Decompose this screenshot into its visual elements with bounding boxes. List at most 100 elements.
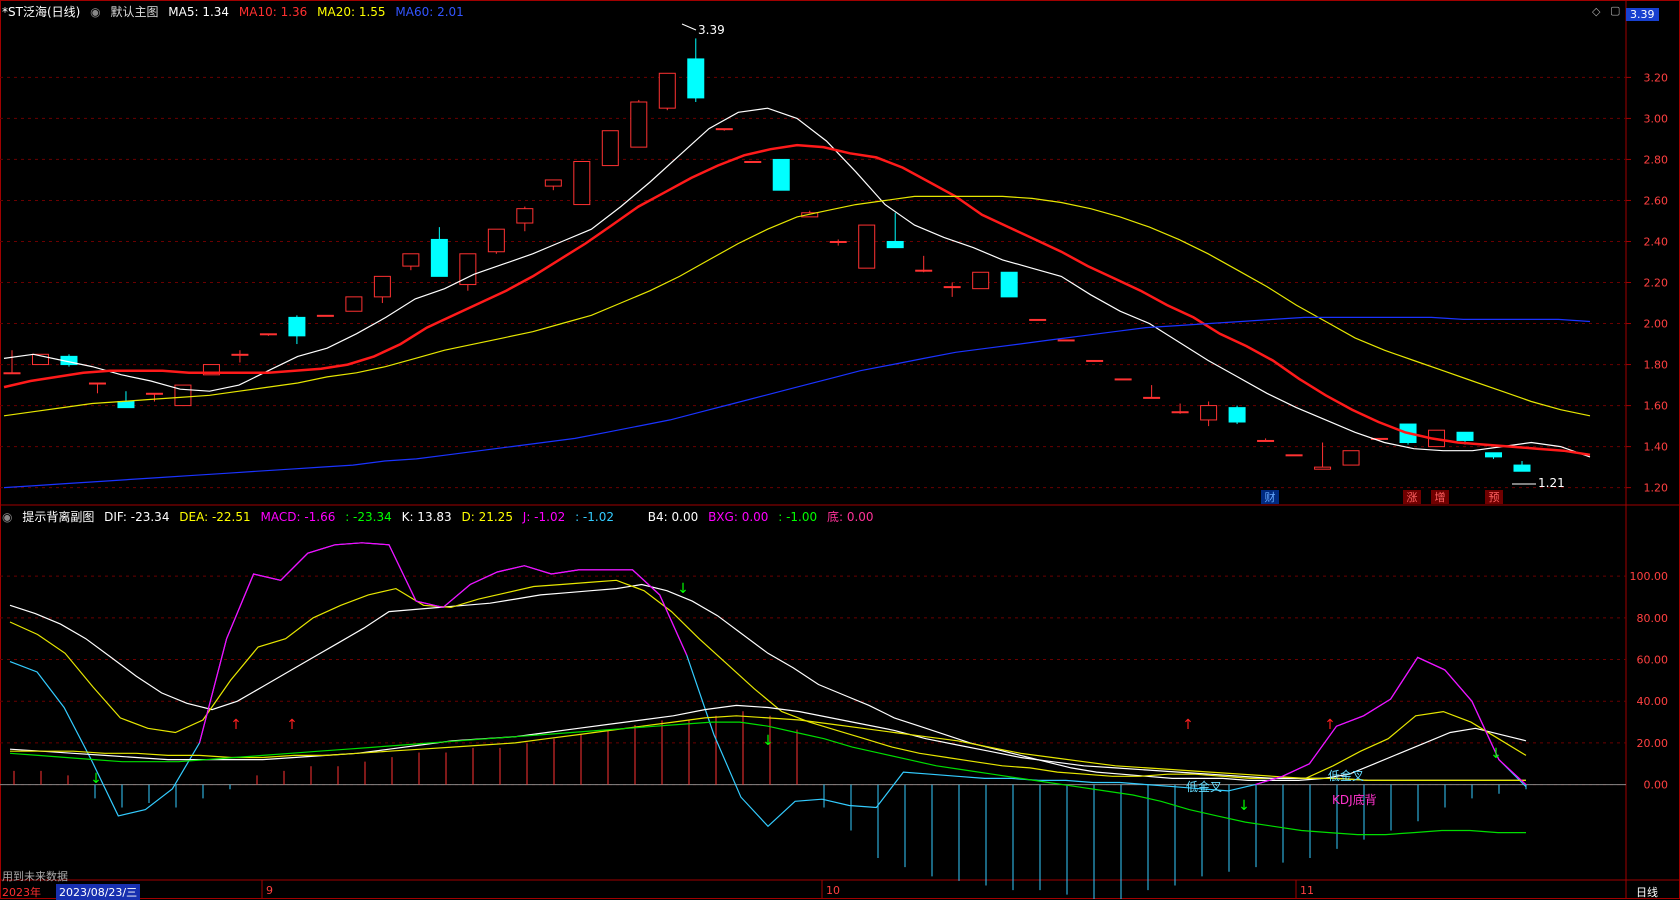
sub-header: ◉ 提示背离副图 DIF: -23.34 DEA: -22.51 MACD: -… bbox=[2, 508, 880, 525]
candle-up bbox=[630, 101, 648, 148]
candle-up bbox=[601, 130, 619, 167]
candle-down bbox=[288, 316, 306, 337]
sub-tick-label: 60.00 bbox=[1637, 654, 1669, 667]
candle-up bbox=[744, 160, 762, 163]
extra2-value: : -1.02 bbox=[575, 510, 614, 524]
event-marker: 财 bbox=[1265, 490, 1276, 504]
signal-label: 低金叉 bbox=[1328, 768, 1364, 783]
sub-tick-label: 100.00 bbox=[1630, 570, 1669, 583]
main-tick-label: 3.20 bbox=[1644, 71, 1669, 84]
candle-up bbox=[1057, 339, 1075, 342]
candle-down bbox=[1000, 271, 1018, 298]
candle-up bbox=[1086, 359, 1104, 362]
candle-up bbox=[1314, 466, 1332, 470]
buy-arrow-icon: ↑ bbox=[230, 717, 242, 733]
candle-up bbox=[915, 269, 933, 272]
main-header: *ST泛海(日线) ◉ 默认主图 MA5: 1.34 MA10: 1.36 MA… bbox=[2, 3, 470, 20]
sub-line-j-upper-late bbox=[1255, 656, 1527, 786]
candle-up bbox=[1029, 318, 1047, 321]
candle-up bbox=[3, 372, 21, 375]
dea-value: DEA: -22.51 bbox=[179, 510, 251, 524]
sell-arrow-icon: ↓ bbox=[1238, 798, 1250, 814]
ma10-value: MA10: 1.36 bbox=[238, 5, 308, 19]
b4-value: B4: 0.00 bbox=[647, 510, 699, 524]
event-marker: 增 bbox=[1435, 490, 1446, 504]
di-value: 底: 0.00 bbox=[826, 510, 874, 524]
period-label[interactable]: 日线 bbox=[1636, 884, 1658, 900]
sub-tick-label: 20.00 bbox=[1637, 737, 1669, 750]
chart-canvas[interactable]: 3.20 3.00 2.80 2.60 2.40 2.20 2.00 1.80 1.60 1.40… bbox=[0, 0, 1680, 899]
candle-down bbox=[430, 238, 448, 277]
candle-up bbox=[573, 160, 591, 206]
candle-up bbox=[316, 314, 334, 317]
candle-up bbox=[544, 179, 562, 187]
event-marker: 涨 bbox=[1407, 491, 1418, 504]
bxg-value: BXG: 0.00 bbox=[708, 510, 769, 524]
candle-up bbox=[858, 224, 876, 269]
sell-arrow-icon: ↓ bbox=[90, 771, 102, 787]
main-tick-label: 2.00 bbox=[1644, 318, 1669, 331]
main-tick-label: 2.20 bbox=[1644, 277, 1669, 290]
main-tick-label: 3.00 bbox=[1644, 112, 1669, 125]
cursor-date: 2023/08/23/三 bbox=[56, 884, 141, 900]
buy-arrow-icon: ↑ bbox=[1324, 717, 1336, 733]
ma-line-ma10 bbox=[3, 143, 1591, 457]
sell-arrow-icon: ↓ bbox=[677, 581, 689, 597]
ma5-value: MA5: 1.34 bbox=[168, 5, 230, 19]
candle-down bbox=[117, 400, 135, 409]
month-label: 10 bbox=[826, 884, 840, 897]
signal-label: KDJ底背 bbox=[1332, 792, 1377, 807]
sell-arrow-icon: ↓ bbox=[1490, 746, 1502, 762]
max-price-pointer bbox=[681, 23, 697, 31]
candle-down bbox=[687, 58, 705, 99]
main-tick-label: 1.20 bbox=[1644, 482, 1669, 495]
month-label: 9 bbox=[266, 884, 273, 897]
candle-up bbox=[402, 253, 420, 267]
candle-up bbox=[88, 382, 106, 385]
extra1-value: : -23.34 bbox=[345, 510, 392, 524]
candle-up bbox=[658, 72, 676, 109]
signal-label: 低金叉 bbox=[1186, 779, 1222, 794]
price-tag: 3.39 bbox=[1626, 8, 1659, 21]
candle-up bbox=[1114, 378, 1132, 381]
chevron-icon[interactable]: ◉ bbox=[90, 5, 100, 19]
candle-down bbox=[1513, 464, 1531, 472]
candle-up bbox=[345, 296, 363, 312]
sub-tick-label: 0.00 bbox=[1644, 779, 1669, 792]
sub-tick-label: 80.00 bbox=[1637, 612, 1669, 625]
candle-down bbox=[1485, 452, 1503, 458]
ma20-value: MA20: 1.55 bbox=[317, 5, 386, 19]
candle-up bbox=[972, 271, 990, 290]
window-icon[interactable]: ▢ bbox=[1610, 4, 1620, 17]
candle-up bbox=[145, 392, 163, 395]
candle-down bbox=[772, 158, 790, 191]
dif-value: DIF: -23.34 bbox=[104, 510, 170, 524]
sell-arrow-icon: ↓ bbox=[762, 733, 774, 749]
min-price-label: 1.21 bbox=[1538, 476, 1565, 490]
d-value: D: 21.25 bbox=[461, 510, 513, 524]
candle-up bbox=[943, 286, 961, 289]
main-tick-label: 1.40 bbox=[1644, 441, 1669, 454]
diamond-icon[interactable]: ◇ bbox=[1592, 5, 1600, 18]
month-label: 11 bbox=[1300, 884, 1314, 897]
collapse-icon[interactable]: ◉ bbox=[2, 510, 12, 524]
ma60-value: MA60: 2.01 bbox=[395, 5, 464, 19]
candle-up bbox=[259, 333, 277, 336]
main-title[interactable]: *ST泛海(日线) bbox=[2, 5, 80, 19]
candle-up bbox=[1285, 454, 1303, 457]
candle-up bbox=[1342, 450, 1360, 466]
sub-title[interactable]: 提示背离副图 bbox=[22, 510, 94, 524]
candle-up bbox=[231, 353, 249, 356]
future-data-note: 用到未来数据 bbox=[2, 870, 68, 883]
chart-name[interactable]: 默认主图 bbox=[110, 5, 158, 19]
candle-up bbox=[715, 128, 733, 131]
candle-up bbox=[516, 208, 534, 224]
main-tick-label: 2.60 bbox=[1644, 194, 1669, 207]
candle-up bbox=[1200, 405, 1218, 421]
ma-line-ma20 bbox=[3, 195, 1591, 417]
event-marker: 预 bbox=[1489, 491, 1500, 504]
j-value: J: -1.02 bbox=[522, 510, 566, 524]
candle-up bbox=[1143, 396, 1161, 399]
sub-tick-label: 40.00 bbox=[1637, 695, 1669, 708]
k-value: K: 13.83 bbox=[401, 510, 452, 524]
